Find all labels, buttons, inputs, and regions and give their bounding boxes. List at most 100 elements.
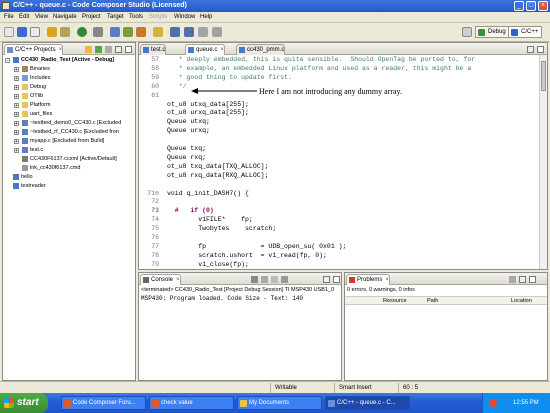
expand-icon[interactable]: +: [14, 103, 19, 109]
close-icon[interactable]: ×: [59, 47, 63, 53]
menu-view[interactable]: View: [35, 14, 48, 20]
collapse-icon[interactable]: -: [5, 58, 10, 64]
menu-project[interactable]: Project: [82, 14, 101, 20]
open-type-icon[interactable]: [136, 27, 146, 37]
clock: 12:55 PM: [513, 400, 539, 406]
cpp-perspective-button[interactable]: C/C++: [508, 26, 543, 38]
maximize-view-icon[interactable]: [333, 276, 340, 283]
task-code-composer-forum[interactable]: Code Composer Foru...: [61, 396, 146, 410]
scroll-lock-icon[interactable]: [261, 276, 268, 283]
expand-icon[interactable]: +: [14, 85, 19, 91]
start-button[interactable]: start: [0, 393, 48, 413]
expand-icon[interactable]: +: [14, 76, 19, 82]
line-number: 77: [151, 242, 159, 250]
navigate-icon[interactable]: [212, 27, 222, 37]
column-path[interactable]: Path: [427, 298, 438, 304]
menu-target[interactable]: Target: [107, 14, 124, 20]
settings-icon[interactable]: [93, 27, 103, 37]
view-menu-icon[interactable]: [105, 46, 112, 53]
column-location[interactable]: Location: [511, 298, 532, 304]
code-line: 73 # if (0): [141, 206, 214, 215]
tab-test-c[interactable]: test.c: [140, 44, 167, 55]
maximize-view-icon[interactable]: [125, 46, 132, 53]
new-icon[interactable]: [4, 27, 14, 37]
save-icon[interactable]: [17, 27, 27, 37]
history-icon[interactable]: [198, 27, 208, 37]
new-folder-icon[interactable]: [123, 27, 133, 37]
tray-icon[interactable]: [489, 399, 497, 407]
menu-scripts[interactable]: Scripts: [149, 14, 167, 20]
tab-cc430-pmm-c[interactable]: cc430_pmm.c: [236, 44, 286, 55]
scroll-thumb[interactable]: [541, 61, 546, 91]
taskbar: start Code Composer Foru... check value …: [0, 393, 550, 413]
expand-icon[interactable]: +: [14, 112, 19, 118]
collapse-all-icon[interactable]: [85, 46, 92, 53]
menu-navigate[interactable]: Navigate: [53, 14, 77, 20]
minimize-view-icon[interactable]: [323, 276, 330, 283]
line-text: Queue rxq;: [167, 153, 207, 161]
pin-console-icon[interactable]: [271, 276, 278, 283]
console-panel: Console × <terminated> CC430_Radio_Test […: [138, 272, 342, 381]
projects-panel: C/C++ Projects × - CC430_Radio_Test [Activ…: [2, 42, 136, 381]
maximize-icon[interactable]: □: [526, 1, 536, 11]
close-icon[interactable]: ×: [538, 1, 548, 11]
open-perspective-icon[interactable]: [462, 27, 472, 37]
minimize-view-icon[interactable]: [115, 46, 122, 53]
filter-icon[interactable]: [509, 276, 516, 283]
search-icon[interactable]: [153, 27, 163, 37]
code-line: 74 v1FILE* fp;: [141, 215, 253, 224]
forward-icon[interactable]: [184, 27, 194, 37]
debug-icon[interactable]: [77, 27, 87, 37]
minimize-icon[interactable]: _: [514, 1, 524, 11]
editor-scrollbar[interactable]: [539, 55, 547, 269]
tab-queue-c[interactable]: queue.c ×: [185, 44, 225, 55]
menu-help[interactable]: Help: [200, 14, 212, 20]
column-description[interactable]: Description: [349, 298, 377, 304]
task-label: C/C++ - queue.c - C...: [337, 400, 396, 406]
code-line: 75 Twobytes scratch;: [141, 224, 276, 233]
expand-icon[interactable]: +: [14, 130, 19, 136]
maximize-view-icon[interactable]: [529, 276, 536, 283]
task-ccpp-queue[interactable]: C/C++ - queue.c - C...: [325, 396, 410, 410]
column-resource[interactable]: Resource: [383, 298, 407, 304]
back-icon[interactable]: [170, 27, 180, 37]
link-editor-icon[interactable]: [95, 46, 102, 53]
build-all-icon[interactable]: [60, 27, 70, 37]
tab-console[interactable]: Console ×: [140, 274, 181, 285]
tab-problems[interactable]: Problems ×: [346, 274, 390, 285]
minimize-view-icon[interactable]: [519, 276, 526, 283]
expand-icon[interactable]: +: [14, 148, 19, 154]
menu-window[interactable]: Window: [174, 14, 195, 20]
display-console-icon[interactable]: [281, 276, 288, 283]
menu-bar: File Edit View Navigate Project Target T…: [0, 12, 550, 23]
expand-icon[interactable]: +: [14, 139, 19, 145]
code-line: Queue utxq;: [141, 117, 210, 126]
code-line: 79 v1_close(fp);: [141, 260, 249, 269]
tab-projects-label: C/C++ Projects: [15, 47, 56, 53]
expand-icon[interactable]: +: [14, 121, 19, 127]
minimize-view-icon[interactable]: [527, 46, 534, 53]
debug-perspective-button[interactable]: Debug: [475, 26, 510, 38]
expand-icon[interactable]: +: [14, 67, 19, 73]
close-icon[interactable]: ×: [385, 277, 389, 283]
line-number: 74: [151, 216, 159, 224]
console-output[interactable]: MSP430: Program loaded. Code Size - Text…: [141, 295, 339, 302]
task-my-documents[interactable]: My Documents: [237, 396, 322, 410]
new-class-icon[interactable]: [110, 27, 120, 37]
tree-item-label: CC430F6137.ccxml [Active/Default]: [30, 156, 117, 162]
build-icon[interactable]: [47, 27, 57, 37]
close-icon[interactable]: ×: [176, 277, 180, 283]
menu-file[interactable]: File: [4, 14, 14, 20]
close-icon[interactable]: ×: [220, 47, 224, 53]
menu-edit[interactable]: Edit: [19, 14, 29, 20]
clear-console-icon[interactable]: [251, 276, 258, 283]
tab-projects[interactable]: C/C++ Projects ×: [4, 44, 64, 55]
expand-icon[interactable]: +: [14, 94, 19, 100]
debug-perspective-label: Debug: [488, 29, 506, 35]
menu-tools[interactable]: Tools: [129, 14, 143, 20]
task-check-value[interactable]: check value: [149, 396, 234, 410]
code-line: ot_u8 utxq_data[255];: [141, 100, 249, 109]
maximize-view-icon[interactable]: [537, 46, 544, 53]
print-icon[interactable]: [30, 27, 40, 37]
